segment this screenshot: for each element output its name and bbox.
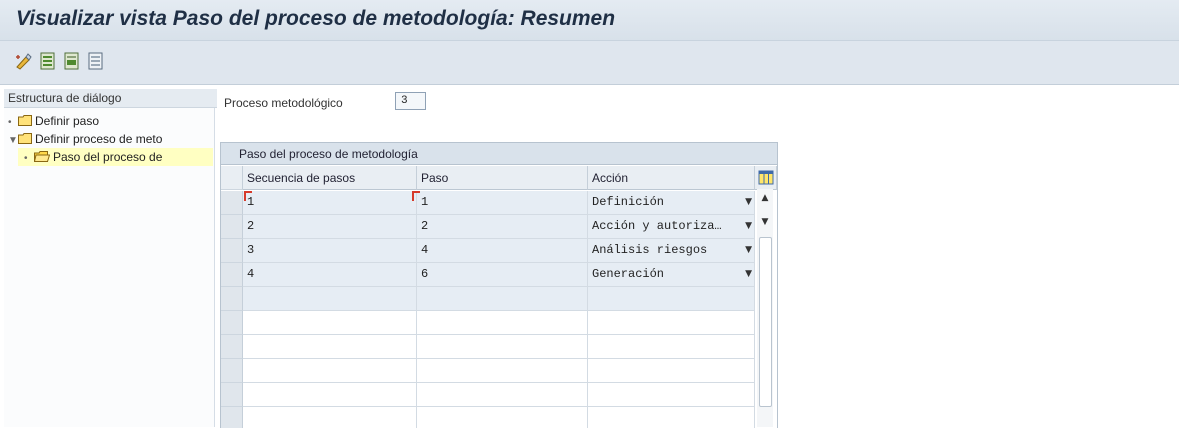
tree-header: Estructura de diálogo xyxy=(4,89,217,108)
table-settings-icon[interactable] xyxy=(755,166,777,190)
tree-item-definir-paso[interactable]: • Definir paso xyxy=(8,112,99,130)
empty-cell[interactable] xyxy=(417,335,588,359)
open-folder-icon xyxy=(33,149,51,167)
cell-paso[interactable]: 6 xyxy=(417,263,588,287)
tree-item-paso-proceso[interactable]: • Paso del proceso de xyxy=(18,148,213,166)
cursor-mark-icon xyxy=(244,191,252,201)
cell-secuencia[interactable]: 1 xyxy=(243,191,417,215)
accion-value: Análisis riesgos xyxy=(592,243,708,257)
empty-cell[interactable] xyxy=(588,383,755,407)
accion-value: Acción y autoriza… xyxy=(592,219,722,233)
accion-value: Definición xyxy=(592,195,665,209)
cell-secuencia[interactable]: 4 xyxy=(243,263,417,287)
table-control: Paso del proceso de metodología Secuenci… xyxy=(220,142,778,428)
empty-cell[interactable] xyxy=(243,383,417,407)
empty-cell[interactable] xyxy=(417,287,588,311)
row-selector[interactable] xyxy=(221,263,243,287)
page-title: Visualizar vista Paso del proceso de met… xyxy=(16,7,616,30)
tree-item-label: Definir proceso de meto xyxy=(35,132,163,146)
empty-cell[interactable] xyxy=(417,383,588,407)
empty-cell[interactable] xyxy=(417,407,588,428)
cell-paso[interactable]: 2 xyxy=(417,215,588,239)
scroll-up-arrow-icon[interactable]: ▲ xyxy=(760,193,770,203)
empty-cell[interactable] xyxy=(243,359,417,383)
accion-value: Generación xyxy=(592,267,665,281)
cell-paso[interactable]: 4 xyxy=(417,239,588,263)
row-selector[interactable] xyxy=(221,287,243,311)
empty-cell[interactable] xyxy=(588,287,755,311)
table-title: Paso del proceso de metodología xyxy=(221,143,777,165)
empty-cell[interactable] xyxy=(588,335,755,359)
scrollbar-thumb[interactable] xyxy=(759,237,772,407)
title-bar: Visualizar vista Paso del proceso de met… xyxy=(0,0,1179,41)
scroll-down-arrow-icon[interactable]: ▼ xyxy=(760,217,770,227)
expanded-arrow-icon[interactable]: ▼ xyxy=(8,132,18,150)
cell-paso[interactable]: 1 xyxy=(417,191,588,215)
cell-accion[interactable]: Definición ▼ xyxy=(588,191,755,215)
row-selector[interactable] xyxy=(221,239,243,263)
row-selector[interactable] xyxy=(221,359,243,383)
empty-cell[interactable] xyxy=(243,407,417,428)
select-all-rows-corner[interactable] xyxy=(221,166,243,190)
tree-item-label: Definir paso xyxy=(35,114,100,128)
column-header-secuencia[interactable]: Secuencia de pasos xyxy=(243,166,417,190)
folder-icon xyxy=(18,113,32,131)
empty-cell[interactable] xyxy=(588,359,755,383)
folder-icon xyxy=(18,131,32,149)
column-header-paso[interactable]: Paso xyxy=(417,166,588,190)
deselect-all-icon[interactable] xyxy=(86,51,106,71)
dropdown-arrow-icon[interactable]: ▼ xyxy=(745,191,752,214)
empty-cell[interactable] xyxy=(417,359,588,383)
cell-accion[interactable]: Acción y autoriza… ▼ xyxy=(588,215,755,239)
row-selector[interactable] xyxy=(221,215,243,239)
select-block-icon[interactable] xyxy=(62,51,82,71)
tree-item-definir-proceso[interactable]: ▼ Definir proceso de meto xyxy=(8,130,162,148)
dropdown-arrow-icon[interactable]: ▼ xyxy=(745,263,752,286)
row-selector[interactable] xyxy=(221,383,243,407)
proceso-metodologico-field[interactable]: 3 xyxy=(395,92,426,110)
empty-cell[interactable] xyxy=(243,335,417,359)
row-selector[interactable] xyxy=(221,311,243,335)
cell-accion[interactable]: Análisis riesgos ▼ xyxy=(588,239,755,263)
bullet-icon: • xyxy=(24,153,28,164)
empty-cell[interactable] xyxy=(588,407,755,428)
empty-cell[interactable] xyxy=(417,311,588,335)
cell-secuencia[interactable]: 2 xyxy=(243,215,417,239)
column-header-accion[interactable]: Acción xyxy=(588,166,755,190)
select-all-icon[interactable] xyxy=(38,51,58,71)
row-selector[interactable] xyxy=(221,191,243,215)
cell-accion[interactable]: Generación ▼ xyxy=(588,263,755,287)
row-selector[interactable] xyxy=(221,335,243,359)
empty-cell[interactable] xyxy=(243,311,417,335)
cursor-mark-icon xyxy=(412,191,420,201)
dialog-structure-tree: Estructura de diálogo • Definir paso ▼ Def… xyxy=(4,89,217,427)
dropdown-arrow-icon[interactable]: ▼ xyxy=(745,215,752,238)
row-selector[interactable] xyxy=(221,407,243,428)
dropdown-arrow-icon[interactable]: ▼ xyxy=(745,239,752,262)
proceso-metodologico-label: Proceso metodológico xyxy=(224,96,343,110)
table-vertical-scrollbar[interactable]: ▲ ▼ xyxy=(757,189,773,427)
change-display-icon[interactable] xyxy=(14,51,34,71)
empty-cell[interactable] xyxy=(243,287,417,311)
empty-cell[interactable] xyxy=(588,311,755,335)
application-toolbar xyxy=(0,41,1179,85)
cell-secuencia[interactable]: 3 xyxy=(243,239,417,263)
tree-item-label: Paso del proceso de xyxy=(53,150,163,164)
